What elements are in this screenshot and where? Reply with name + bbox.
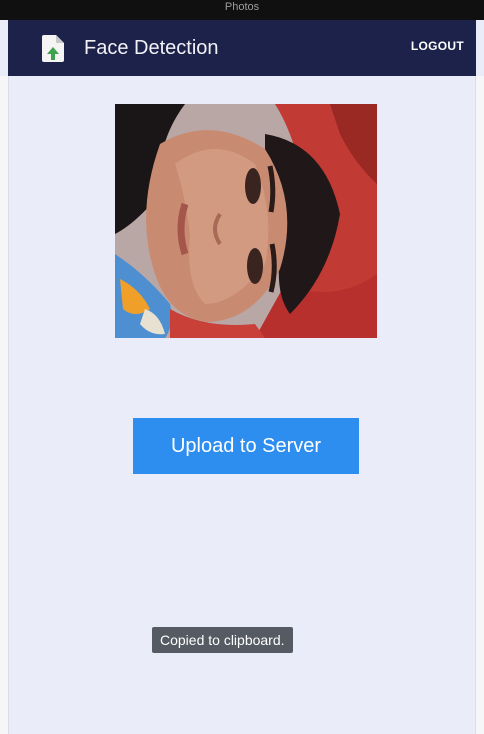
document-upload-icon <box>42 35 64 62</box>
app-title: Face Detection <box>84 37 219 59</box>
status-bar-title: Photos <box>224 1 260 13</box>
app-screen: Photos Face Detection LOGOUT Upload to S… <box>0 0 484 734</box>
right-edge <box>475 76 484 734</box>
face-photo <box>115 104 377 338</box>
app-bar: Face Detection LOGOUT <box>8 20 476 76</box>
upload-to-server-button[interactable]: Upload to Server <box>133 418 359 474</box>
toast-message: Copied to clipboard. <box>152 627 293 653</box>
status-bar: Photos <box>0 0 484 20</box>
left-edge <box>0 76 9 734</box>
logout-button[interactable]: LOGOUT <box>411 39 464 53</box>
